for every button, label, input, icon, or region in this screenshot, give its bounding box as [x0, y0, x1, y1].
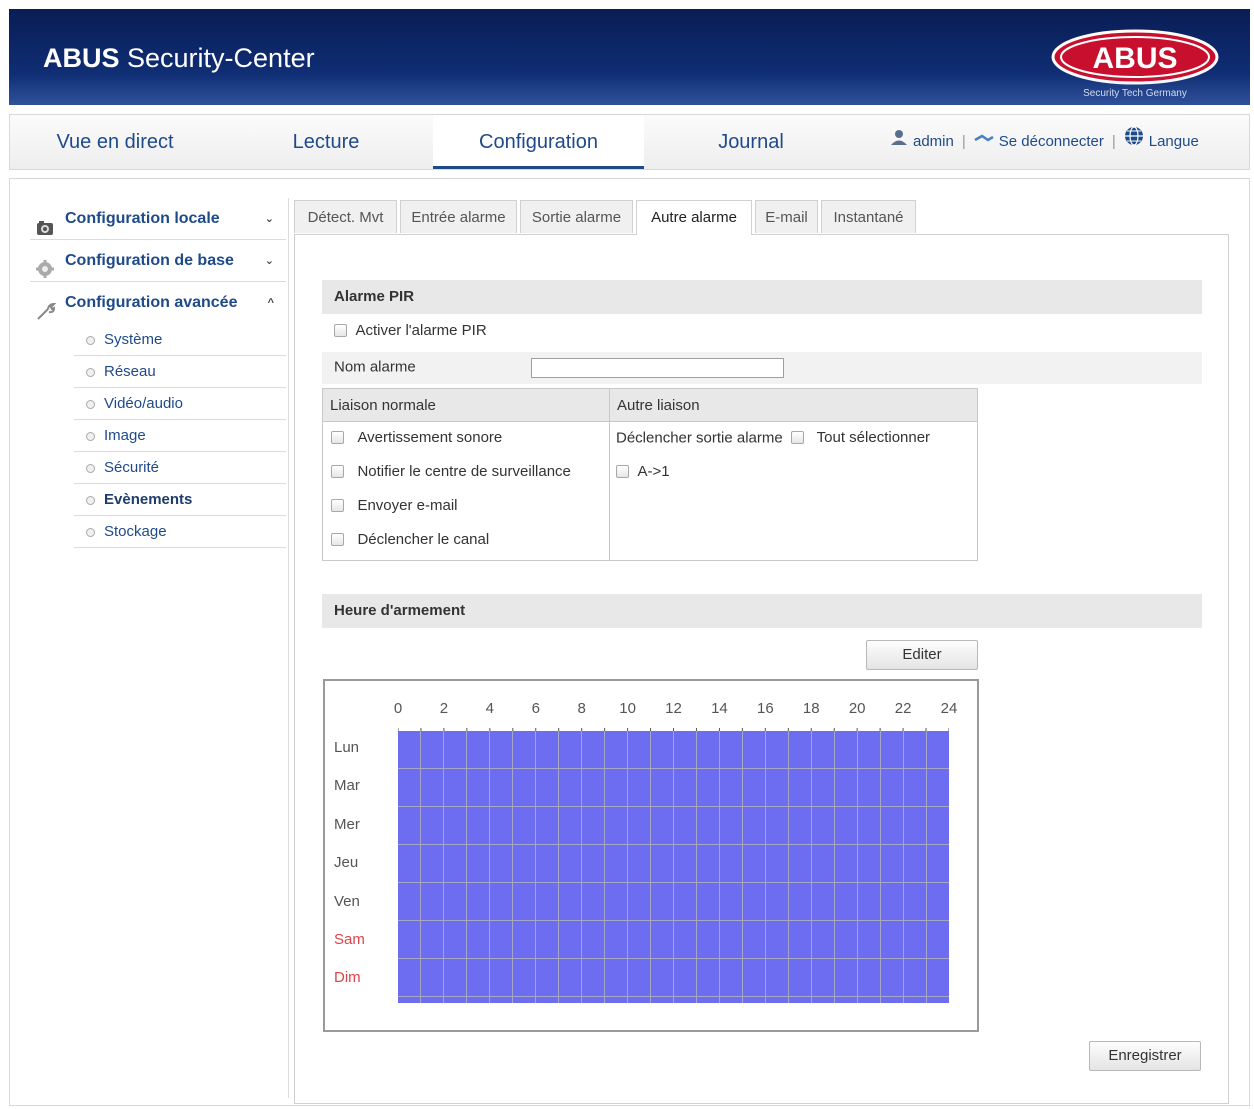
nav-tab-live[interactable]: Vue en direct	[10, 115, 220, 169]
trigger-output-row: Déclencher sortie alarme Tout sélectionn…	[616, 429, 930, 447]
sidebar-item-storage[interactable]: Stockage	[74, 516, 286, 548]
audible-warning-checkbox[interactable]	[331, 431, 344, 445]
sidebar-item-events[interactable]: Evènements	[74, 484, 286, 516]
globe-icon	[1124, 115, 1144, 169]
schedule-day-label: Dim	[334, 969, 361, 987]
header-banner: ABUS Security-Center ABUS Security Tech …	[9, 9, 1250, 105]
schedule-grid[interactable]	[398, 731, 949, 1003]
sidebar-divider	[288, 198, 289, 1098]
sidebar-group-local-config[interactable]: Configuration locale ⌄	[30, 198, 286, 240]
bullet-icon	[86, 400, 95, 409]
enable-pir-row: Activer l'alarme PIR	[334, 322, 487, 340]
sidebar-item-network[interactable]: Réseau	[74, 356, 286, 388]
normal-linkage-option: Notifier le centre de surveillance	[331, 463, 571, 481]
schedule-hour-label: 4	[485, 700, 494, 717]
bullet-icon	[86, 432, 95, 441]
username: admin	[913, 133, 954, 150]
sidebar-group-label: Configuration locale	[65, 210, 220, 227]
enable-pir-checkbox[interactable]	[334, 324, 347, 338]
chevron-up-icon: ^	[267, 297, 274, 309]
app-title: ABUS Security-Center	[43, 43, 315, 73]
abus-logo: ABUS Security Tech Germany	[1051, 29, 1219, 99]
svg-text:Security Tech Germany: Security Tech Germany	[1083, 88, 1187, 99]
enable-pir-label: Activer l'alarme PIR	[355, 322, 487, 340]
schedule-day-label: Mer	[334, 815, 360, 833]
other-linkage-header: Autre liaison	[610, 389, 977, 422]
output-option-row: A->1	[616, 463, 670, 481]
trigger-output-label: Déclencher sortie alarme	[616, 429, 783, 447]
sidebar-group-basic-config[interactable]: Configuration de base ⌄	[30, 240, 286, 282]
schedule-hour-label: 12	[665, 700, 682, 717]
bullet-icon	[86, 336, 95, 345]
output-a1-label: A->1	[637, 463, 670, 481]
schedule-hour-label: 20	[848, 700, 866, 717]
logout-link[interactable]: Se déconnecter	[999, 133, 1104, 150]
bullet-icon	[86, 464, 95, 473]
schedule-day-label: Jeu	[334, 854, 359, 872]
chevron-down-icon: ⌄	[264, 213, 274, 225]
nav-tab-journal[interactable]: Journal	[644, 115, 858, 169]
notify-center-checkbox[interactable]	[331, 465, 344, 479]
sidebar-group-label: Configuration de base	[65, 252, 234, 269]
schedule-hour-label: 2	[439, 700, 449, 717]
schedule-hour-label: 16	[756, 700, 774, 717]
user-icon	[890, 115, 908, 169]
tab-other-alarm[interactable]: Autre alarme	[636, 200, 752, 235]
schedule-day-label: Mar	[334, 777, 360, 795]
output-a1-checkbox[interactable]	[616, 465, 629, 479]
schedule-hour-label: 24	[940, 700, 958, 717]
gear-icon	[36, 253, 54, 278]
sidebar-item-system[interactable]: Système	[74, 324, 286, 356]
tab-motion-detection[interactable]: Détect. Mvt	[294, 200, 397, 233]
bullet-icon	[86, 528, 95, 537]
chevron-down-icon: ⌄	[264, 255, 274, 267]
edit-schedule-button[interactable]: Editer	[866, 640, 978, 670]
alarm-name-label: Nom alarme	[334, 358, 416, 376]
tab-email[interactable]: E-mail	[755, 200, 818, 233]
nav-tab-configuration[interactable]: Configuration	[433, 115, 644, 169]
table-divider	[609, 389, 610, 560]
select-all-label: Tout sélectionner	[816, 429, 931, 447]
section-pir-alarm: Alarme PIR	[322, 280, 1202, 314]
normal-linkage-option: Avertissement sonore	[331, 429, 502, 447]
bullet-icon	[86, 368, 95, 377]
schedule-day-label: Lun	[334, 739, 360, 756]
trigger-channel-checkbox[interactable]	[331, 533, 344, 547]
schedule-hour-label: 6	[531, 700, 540, 717]
schedule-day-label: Ven	[334, 892, 360, 910]
alarm-name-input[interactable]	[531, 358, 784, 378]
sidebar: Configuration locale ⌄ Configuration de …	[30, 198, 286, 548]
schedule-hour-label: 0	[393, 700, 403, 717]
nav-tab-playback[interactable]: Lecture	[220, 115, 432, 169]
tab-snapshot[interactable]: Instantané	[821, 200, 916, 233]
sidebar-item-security[interactable]: Sécurité	[74, 452, 286, 484]
schedule-hour-label: 18	[802, 700, 820, 717]
normal-linkage-option: Déclencher le canal	[331, 531, 489, 549]
send-email-checkbox[interactable]	[331, 499, 344, 513]
tab-alarm-input[interactable]: Entrée alarme	[400, 200, 517, 233]
tab-alarm-output[interactable]: Sortie alarme	[520, 200, 633, 233]
select-all-checkbox[interactable]	[791, 431, 805, 445]
sidebar-group-advanced-config[interactable]: Configuration avancée ^	[30, 282, 286, 324]
sidebar-item-video-audio[interactable]: Vidéo/audio	[74, 388, 286, 420]
top-navigation: Vue en direct Lecture Configuration Jour…	[9, 114, 1250, 170]
language-link[interactable]: Langue	[1149, 133, 1199, 150]
svg-text:ABUS: ABUS	[1092, 42, 1177, 75]
bullet-icon	[86, 496, 95, 505]
save-button[interactable]: Enregistrer	[1089, 1041, 1201, 1071]
logout-icon	[974, 115, 994, 169]
schedule-hour-label: 10	[619, 700, 636, 717]
schedule-hour-label: 14	[711, 700, 728, 717]
schedule-day-label: Sam	[334, 931, 365, 948]
sidebar-group-label: Configuration avancée	[65, 294, 238, 311]
normal-linkage-option: Envoyer e-mail	[331, 497, 458, 515]
section-arming-schedule: Heure d'armement	[322, 594, 1202, 628]
schedule-hour-label: 22	[894, 700, 912, 717]
user-area: admin | Se déconnecter | Langue	[890, 115, 1199, 169]
camera-icon	[36, 211, 54, 235]
normal-linkage-header: Liaison normale	[323, 389, 609, 422]
schedule-hour-label: 8	[577, 700, 586, 717]
wrench-icon	[36, 295, 57, 320]
sidebar-item-image[interactable]: Image	[74, 420, 286, 452]
